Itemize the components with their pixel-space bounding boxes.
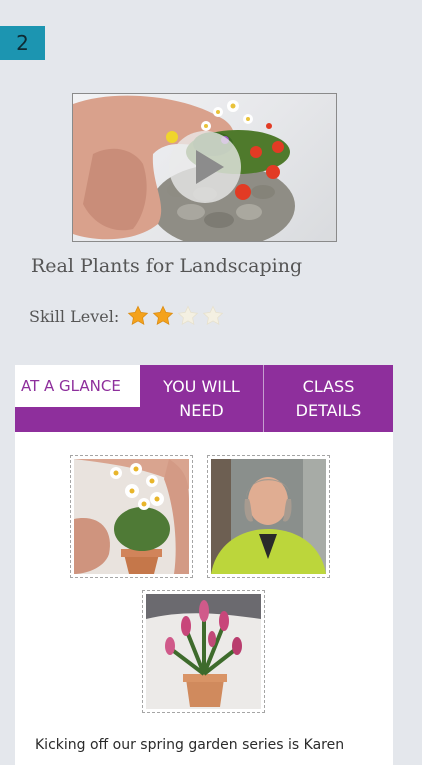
class-info-card: AT A GLANCE YOU WILL NEED CLASS DETAILS — [15, 365, 393, 765]
skill-rating-stars — [127, 305, 227, 327]
daisy-plant-photo[interactable] — [70, 455, 193, 578]
page-number-badge: 2 — [0, 26, 45, 60]
tab-you-will-need[interactable]: YOU WILL NEED — [140, 365, 264, 432]
skill-level: Skill Level: — [29, 303, 227, 329]
star-empty-icon — [202, 305, 224, 325]
info-tabs: AT A GLANCE YOU WILL NEED CLASS DETAILS — [15, 365, 393, 432]
class-description: Kicking off our spring garden series is … — [35, 737, 345, 753]
tab-at-a-glance[interactable]: AT A GLANCE — [15, 365, 140, 407]
instructor-photo[interactable] — [207, 455, 330, 578]
tab-class-details[interactable]: CLASS DETAILS — [264, 365, 393, 432]
class-title: Real Plants for Landscaping — [31, 255, 303, 277]
skill-level-label: Skill Level: — [29, 306, 120, 326]
play-icon[interactable] — [169, 131, 241, 203]
pink-flower-plant-photo[interactable] — [142, 590, 265, 713]
star-filled-icon — [152, 305, 174, 325]
glance-photo-gallery — [15, 432, 393, 732]
star-filled-icon — [127, 305, 149, 325]
class-video-thumbnail[interactable] — [72, 93, 337, 242]
star-empty-icon — [177, 305, 199, 325]
